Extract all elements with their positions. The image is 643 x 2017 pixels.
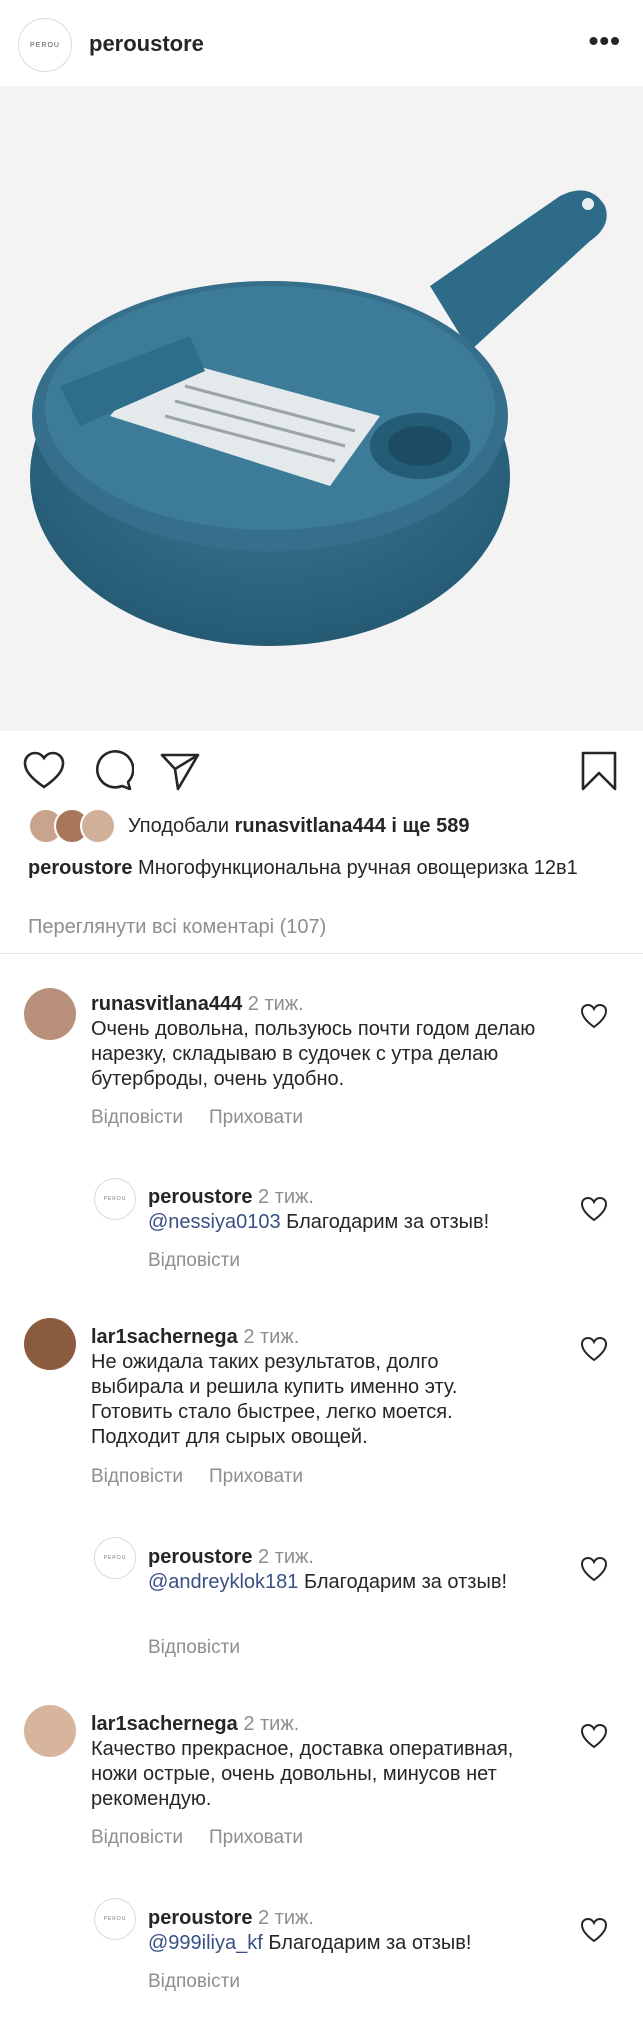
more-icon[interactable]: ••• [589,27,621,55]
mention-link[interactable]: @andreyklok181 [148,1571,298,1593]
mention-link[interactable]: @nessiya0103 [148,1211,281,1233]
comment-actions: Відповісти [148,1971,266,1993]
comment-username[interactable]: lar1sachernega [91,1713,238,1735]
comment-text: Качество прекрасное, доставка оперативна… [91,1738,514,1810]
mention-link[interactable]: @999iliya_kf [148,1932,263,1954]
comment-like-icon[interactable] [580,1723,608,1749]
view-all-comments-link[interactable]: Переглянути всі коментарі (107) [28,916,326,939]
commenter-avatar[interactable] [24,1705,76,1757]
comment-body: peroustore 2 тиж. @999iliya_kf Благодари… [148,1906,568,1956]
comment-time: 2 тиж. [247,993,304,1015]
reply-button[interactable]: Відповісти [148,1250,240,1271]
comment-like-icon[interactable] [580,1917,608,1943]
comment-time: 2 тиж. [258,1546,314,1568]
comment-actions: Відповісти Приховати [91,1466,329,1488]
likes-prefix: Уподобали [128,814,230,837]
logo-text: PEROU [103,1555,127,1561]
likes-summary[interactable]: Уподобали runasvitlana444 і ще 589 [28,808,469,844]
reply-button[interactable]: Відповісти [148,1971,240,1992]
logo-text: PEROU [30,41,60,49]
comment-text: Благодарим за отзыв! [286,1211,490,1233]
comment-time: 2 тиж. [243,1713,300,1735]
profile-avatar[interactable]: PEROU [18,18,72,72]
commenter-avatar[interactable]: PEROU [94,1178,136,1220]
commenter-avatar[interactable]: PEROU [94,1537,136,1579]
hide-button[interactable]: Приховати [209,1827,303,1848]
liker-avatar [80,808,116,844]
header-username[interactable]: peroustore [89,31,204,57]
hide-button[interactable]: Приховати [209,1107,303,1128]
comment-username[interactable]: runasvitlana444 [91,993,242,1015]
likes-count[interactable]: і ще 589 [391,815,469,837]
logo-text: PEROU [103,1916,127,1922]
product-illustration [30,190,607,646]
comment-icon[interactable] [90,749,134,793]
comment-username[interactable]: peroustore [148,1186,252,1208]
comment-time: 2 тиж. [258,1186,314,1208]
comment-actions: Відповісти [148,1637,266,1659]
divider [0,953,643,954]
reply-button[interactable]: Відповісти [91,1107,183,1128]
post-header: PEROU peroustore ••• [0,0,643,86]
comment-username[interactable]: peroustore [148,1907,252,1929]
comment-text: Очень довольна, пользуюсь почти годом де… [91,1018,536,1090]
caption-text: Многофункциональна ручная овощеризка 12в… [138,857,578,879]
likes-text: Уподобали runasvitlana444 і ще 589 [128,815,469,838]
comment-like-icon[interactable] [580,1336,608,1362]
action-bar [0,745,643,795]
comment-actions: Відповісти [148,1250,266,1272]
comment-text: Благодарим за отзыв! [303,1571,507,1593]
comment-text: Благодарим за отзыв! [268,1932,472,1954]
commenter-avatar[interactable] [24,988,76,1040]
comment-username[interactable]: peroustore [148,1546,252,1568]
comment-actions: Відповісти Приховати [91,1827,329,1849]
comment-body: runasvitlana444 2 тиж. Очень довольна, п… [91,992,551,1092]
comment-like-icon[interactable] [580,1003,608,1029]
share-icon[interactable] [158,749,202,793]
comment-username[interactable]: lar1sachernega [91,1326,238,1348]
hide-button[interactable]: Приховати [209,1466,303,1487]
reply-button[interactable]: Відповісти [91,1827,183,1848]
commenter-avatar[interactable]: PEROU [94,1898,136,1940]
reply-button[interactable]: Відповісти [91,1466,183,1487]
comment-body: lar1sachernega 2 тиж. Не ожидала таких р… [91,1325,531,1450]
heart-icon[interactable] [22,749,66,793]
comment-body: peroustore 2 тиж. @andreyklok181 Благода… [148,1545,528,1595]
commenter-avatar[interactable] [24,1318,76,1370]
comment-text: Не ожидала таких результатов, долго выби… [91,1351,458,1448]
comment-like-icon[interactable] [580,1556,608,1582]
caption-username[interactable]: peroustore [28,857,132,879]
comment-body: lar1sachernega 2 тиж. Качество прекрасно… [91,1712,531,1812]
reply-button[interactable]: Відповісти [148,1637,240,1658]
comment-time: 2 тиж. [243,1326,300,1348]
comment-actions: Відповісти Приховати [91,1107,329,1129]
likes-user[interactable]: runasvitlana444 [235,815,386,837]
comment-time: 2 тиж. [258,1907,314,1929]
bookmark-icon[interactable] [577,749,621,793]
logo-text: PEROU [103,1196,127,1202]
comment-body: peroustore 2 тиж. @nessiya0103 Благодари… [148,1185,568,1235]
post-caption: peroustore Многофункциональна ручная ово… [28,856,628,881]
post-image[interactable] [0,86,643,731]
comment-like-icon[interactable] [580,1196,608,1222]
